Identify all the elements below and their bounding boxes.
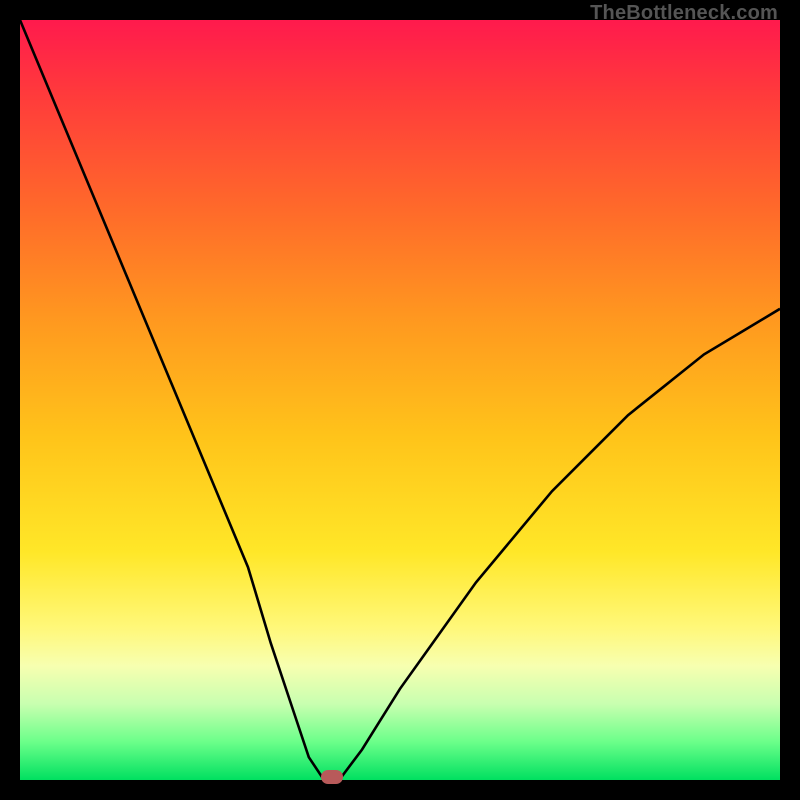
optimal-point-marker	[321, 770, 343, 784]
curve-svg	[20, 20, 780, 780]
chart-frame: TheBottleneck.com	[0, 0, 800, 800]
plot-area	[20, 20, 780, 780]
bottleneck-curve	[20, 20, 780, 780]
